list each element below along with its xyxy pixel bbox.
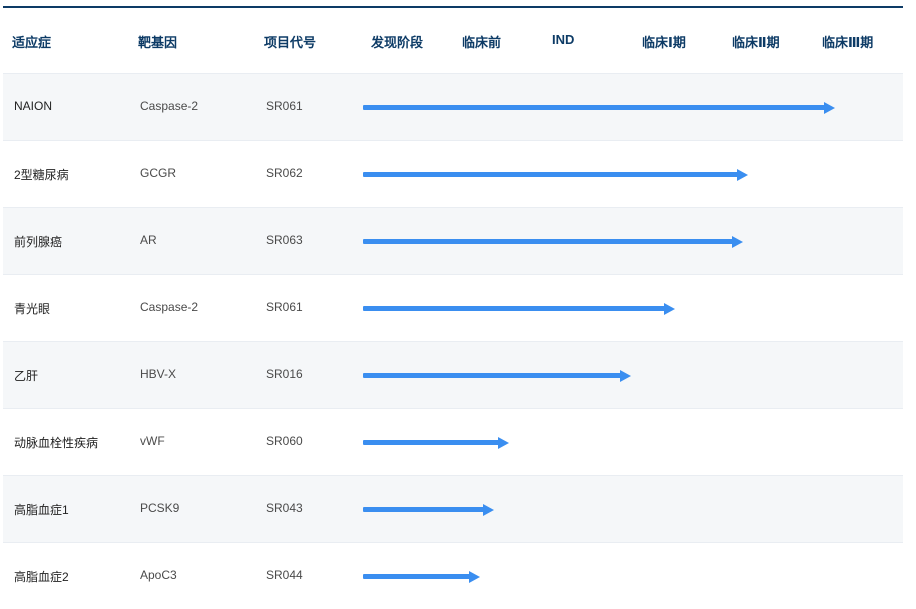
arrow-head-icon	[483, 504, 494, 516]
target-gene-cell: AR	[140, 233, 157, 247]
progress-arrow	[363, 303, 675, 315]
progress-arrow	[363, 571, 480, 583]
progress-arrow	[363, 169, 748, 181]
indication-cell: 高脂血症2	[14, 570, 69, 584]
progress-arrow	[363, 370, 631, 382]
header-project-code: 项目代号	[264, 35, 317, 50]
progress-arrow-shaft	[363, 373, 621, 378]
table-row: 乙肝 HBV-X SR016	[3, 341, 903, 408]
project-code-cell: SR043	[266, 501, 303, 515]
header-stage-discovery: 发现阶段	[371, 35, 424, 50]
project-code-cell: SR062	[266, 166, 303, 180]
arrow-head-icon	[469, 571, 480, 583]
project-code-cell: SR060	[266, 434, 303, 448]
indication-cell: 2型糖尿病	[14, 168, 69, 182]
target-gene-cell: ApoC3	[140, 568, 177, 582]
table-row: NAION Caspase-2 SR061	[3, 73, 903, 140]
header-indication: 适应症	[12, 35, 52, 50]
project-code-cell: SR044	[266, 568, 303, 582]
target-gene-cell: HBV-X	[140, 367, 177, 381]
arrow-head-icon	[620, 370, 631, 382]
target-gene-cell: vWF	[140, 434, 165, 448]
arrow-head-icon	[737, 169, 748, 181]
table-row: 高脂血症1 PCSK9 SR043	[3, 475, 903, 542]
target-gene-cell: PCSK9	[140, 501, 180, 515]
target-gene-cell: Caspase-2	[140, 99, 199, 113]
header-stage-preclinical: 临床前	[462, 35, 502, 50]
table-row: 前列腺癌 AR SR063	[3, 207, 903, 274]
target-gene-cell: GCGR	[140, 166, 176, 180]
project-code-cell: SR061	[266, 300, 303, 314]
arrow-head-icon	[498, 437, 509, 449]
progress-arrow	[363, 102, 835, 114]
indication-cell: NAION	[14, 99, 53, 113]
progress-arrow-shaft	[363, 507, 484, 512]
progress-arrow	[363, 504, 494, 516]
indication-cell: 青光眼	[14, 302, 51, 316]
indication-cell: 乙肝	[14, 369, 39, 383]
progress-arrow	[363, 437, 509, 449]
arrow-head-icon	[664, 303, 675, 315]
arrow-head-icon	[824, 102, 835, 114]
progress-arrow	[363, 236, 743, 248]
arrow-head-icon	[732, 236, 743, 248]
progress-arrow-shaft	[363, 440, 499, 445]
header-stage-phase2: 临床Ⅱ期	[732, 35, 780, 50]
header-stage-phase3: 临床Ⅲ期	[822, 35, 874, 50]
indication-cell: 前列腺癌	[14, 235, 63, 249]
table-row: 青光眼 Caspase-2 SR061	[3, 274, 903, 341]
progress-arrow-shaft	[363, 172, 738, 177]
progress-arrow-shaft	[363, 239, 733, 244]
project-code-cell: SR063	[266, 233, 303, 247]
header-stage-ind: IND	[552, 32, 575, 47]
progress-arrow-shaft	[363, 574, 470, 579]
progress-arrow-shaft	[363, 105, 825, 110]
project-code-cell: SR061	[266, 99, 303, 113]
project-code-cell: SR016	[266, 367, 303, 381]
header-target: 靶基因	[138, 35, 178, 50]
target-gene-cell: Caspase-2	[140, 300, 199, 314]
table-row: 高脂血症2 ApoC3 SR044	[3, 542, 903, 609]
header-stage-phase1: 临床Ⅰ期	[642, 35, 686, 50]
table-row: 2型糖尿病 GCGR SR062	[3, 140, 903, 207]
indication-cell: 高脂血症1	[14, 503, 69, 517]
indication-cell: 动脉血栓性疾病	[14, 436, 99, 450]
progress-arrow-shaft	[363, 306, 665, 311]
pipeline-table-header: 适应症 靶基因 项目代号 发现阶段 临床前 IND 临床Ⅰ期 临床Ⅱ期 临床Ⅲ期	[3, 8, 903, 73]
table-row: 动脉血栓性疾病 vWF SR060	[3, 408, 903, 475]
